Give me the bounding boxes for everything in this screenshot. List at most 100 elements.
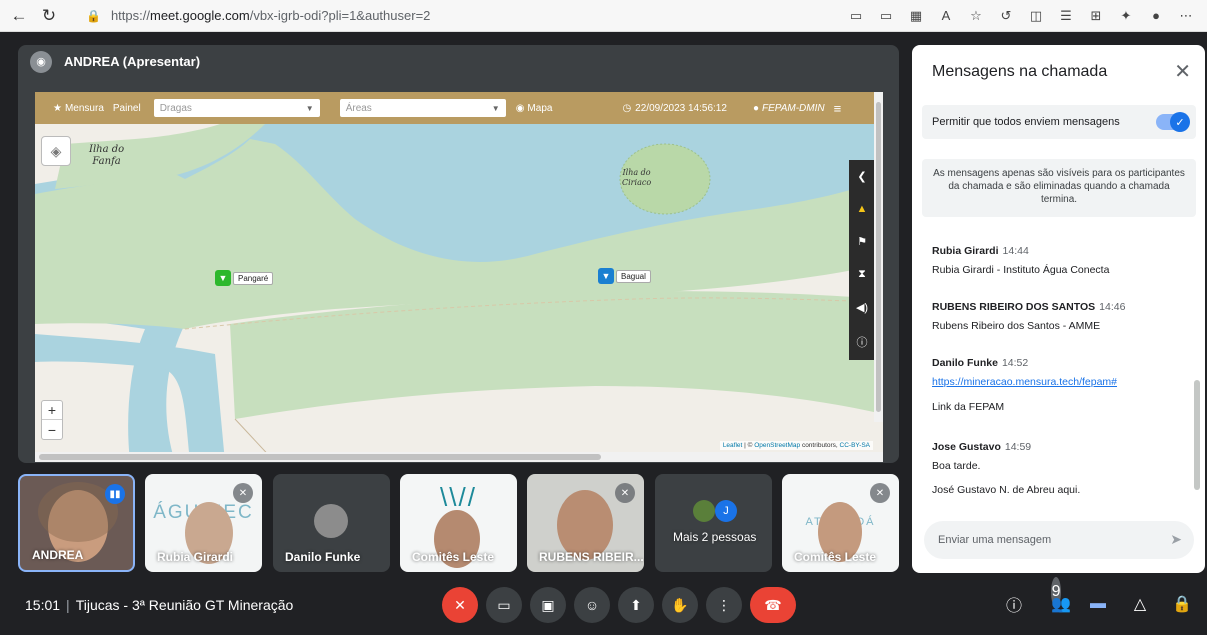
send-icon[interactable]: ➤	[1170, 531, 1182, 548]
more-participants-tile[interactable]: J Mais 2 pessoas	[655, 474, 772, 572]
refresh-icon[interactable]: ↺	[991, 5, 1021, 27]
chat-message: Jose Gustavo 14:59 Boa tarde. José Gustav…	[932, 441, 1187, 496]
allow-messages-label: Permitir que todos enviem mensagens	[932, 116, 1120, 128]
leave-call-button[interactable]: ☎	[750, 587, 796, 623]
star-icon[interactable]: ★	[53, 103, 62, 114]
read-aloud-icon[interactable]: A	[931, 5, 961, 27]
osm-link[interactable]: OpenStreetMap	[754, 442, 800, 449]
shared-screen: ★ Mensura Painel Dragas ▼ Áreas ▼ ◉ Mapa…	[35, 92, 883, 462]
attribution-contrib: contributors,	[800, 442, 840, 449]
volume-icon[interactable]: ◀)	[856, 301, 868, 314]
message-link[interactable]: https://mineracao.mensura.tech/fepam#	[932, 376, 1187, 388]
participant-tile[interactable]: ÁGU NEC ✕ Rubia Girardi	[145, 474, 262, 572]
more-icon[interactable]: ⋯	[1171, 5, 1201, 27]
collections-icon[interactable]: ⊞	[1081, 5, 1111, 27]
call-controls: ✕ ▭ ▣ ☺ ⬆ ✋ ⋮ ☎	[442, 587, 796, 623]
map-canvas	[35, 124, 883, 462]
warning-icon[interactable]: ▲	[857, 203, 868, 215]
chevron-down-icon: ▼	[305, 103, 314, 113]
horizontal-scroll-thumb[interactable]	[39, 454, 601, 460]
marker-pangare[interactable]: ▼ Pangaré	[215, 270, 274, 286]
chat-notice: As mensagens apenas são visíveis para os…	[922, 159, 1196, 217]
marker-bagual[interactable]: ▼ Bagual	[598, 268, 651, 284]
leaflet-link[interactable]: Leaflet	[723, 442, 743, 449]
background-logo-image: \\//	[440, 482, 477, 512]
mapa-label[interactable]: Mapa	[527, 103, 552, 114]
message-input-placeholder: Enviar uma mensagem	[938, 534, 1052, 546]
camera-button[interactable]: ▭	[486, 587, 522, 623]
message-sender: Danilo Funke	[932, 357, 998, 369]
participant-tile[interactable]: \\// Comitês Leste	[400, 474, 517, 572]
map-view[interactable]: ◈ Ilha do Fanfa Ilha do Ciriaco ▼ Pangar…	[35, 124, 883, 462]
dragas-placeholder: Dragas	[159, 102, 192, 114]
participant-tile[interactable]: ✕ RUBENS RIBEIR...	[527, 474, 644, 572]
mic-off-button[interactable]: ✕	[442, 587, 478, 623]
participant-strip: ▮▮ ANDREA ÁGU NEC ✕ Rubia Girardi Danilo…	[18, 474, 899, 574]
dragas-select[interactable]: Dragas ▼	[153, 99, 320, 117]
close-icon[interactable]: ✕	[1174, 59, 1191, 84]
reload-icon[interactable]: ↻	[38, 5, 60, 27]
more-options-button[interactable]: ⋮	[706, 587, 742, 623]
raise-hand-button[interactable]: ✋	[662, 587, 698, 623]
areas-select[interactable]: Áreas ▼	[339, 99, 506, 117]
message-text: Rubia Girardi - Instituto Água Conecta	[932, 264, 1110, 276]
info-icon[interactable]: ⓘ	[857, 334, 868, 350]
vertical-scrollbar[interactable]	[874, 92, 883, 422]
host-controls-button[interactable]: 🔒	[1167, 589, 1197, 619]
flag-icon[interactable]: ⚑	[857, 235, 867, 248]
people-icon: 👥	[1051, 596, 1071, 613]
profile-icon[interactable]: ●	[1141, 5, 1171, 27]
allow-messages-toggle[interactable]	[1156, 112, 1190, 132]
cast-icon[interactable]: ▭	[871, 5, 901, 27]
chat-panel: Mensagens na chamada ✕ Permitir que todo…	[912, 45, 1205, 573]
lock-icon[interactable]: 🔒	[86, 9, 101, 23]
hourglass-icon[interactable]: ⧗	[858, 268, 866, 281]
zoom-out-button[interactable]: −	[42, 420, 62, 439]
split-icon[interactable]: ◫	[1021, 5, 1051, 27]
chat-message: Rubia Girardi 14:44 Rubia Girardi - Insti…	[932, 245, 1187, 276]
address-bar[interactable]: 🔒 https://meet.google.com/vbx-igrb-odi?p…	[86, 8, 430, 23]
people-button[interactable]: 9 👥	[1041, 577, 1071, 619]
zoom-in-button[interactable]: +	[42, 401, 62, 420]
participant-tile[interactable]: Danilo Funke	[273, 474, 390, 572]
painel-label[interactable]: Painel	[113, 103, 141, 114]
allow-messages-row: Permitir que todos enviem mensagens	[922, 105, 1196, 139]
participant-avatar	[693, 500, 715, 522]
participant-tile[interactable]: ▮▮ ANDREA	[18, 474, 135, 572]
present-button[interactable]: ⬆	[618, 587, 654, 623]
activities-button[interactable]: △	[1125, 589, 1155, 619]
url-host: meet.google.com	[149, 8, 250, 23]
back-icon[interactable]: ←	[8, 5, 30, 27]
favorites-icon[interactable]: ☰	[1051, 5, 1081, 27]
participant-name: Rubia Girardi	[157, 550, 234, 564]
participant-avatar-letter: J	[715, 500, 737, 522]
chat-title: Mensagens na chamada	[932, 63, 1108, 80]
message-sender: Rubia Girardi	[932, 245, 999, 257]
apps-icon[interactable]: ▦	[901, 5, 931, 27]
message-input[interactable]: Enviar uma mensagem ➤	[924, 521, 1194, 559]
chat-scrollbar[interactable]	[1194, 380, 1200, 490]
camera-icon[interactable]: ▭	[841, 5, 871, 27]
extensions-icon[interactable]: ✦	[1111, 5, 1141, 27]
message-text: Boa tarde.	[932, 460, 981, 472]
message-sender: Jose Gustavo	[932, 441, 1001, 453]
horizontal-scrollbar[interactable]	[35, 452, 883, 462]
emoji-button[interactable]: ☺	[574, 587, 610, 623]
mensura-label[interactable]: Mensura	[65, 103, 104, 114]
layers-icon[interactable]: ◈	[41, 136, 71, 166]
presenter-name: ANDREA (Apresentar)	[64, 54, 201, 69]
mic-off-icon: ✕	[615, 483, 635, 503]
presenter-header: ◉ ANDREA (Apresentar)	[18, 45, 899, 78]
meeting-time: 15:01	[25, 597, 61, 613]
message-header: Rubia Girardi 14:44	[932, 245, 1187, 257]
vertical-scroll-thumb[interactable]	[876, 102, 881, 412]
participant-tile[interactable]: ATƆT UÐÁ ✕ Comitês Leste	[782, 474, 899, 572]
mic-off-icon: ✕	[233, 483, 253, 503]
captions-button[interactable]: ▣	[530, 587, 566, 623]
menu-icon[interactable]: ≡	[834, 101, 842, 116]
info-button[interactable]: ⓘ	[999, 589, 1029, 619]
chevron-left-icon[interactable]: ❮	[857, 170, 866, 183]
favorite-icon[interactable]: ☆	[961, 5, 991, 27]
chat-button[interactable]: ▬	[1083, 589, 1113, 619]
cc-link[interactable]: CC-BY-SA	[840, 442, 870, 449]
